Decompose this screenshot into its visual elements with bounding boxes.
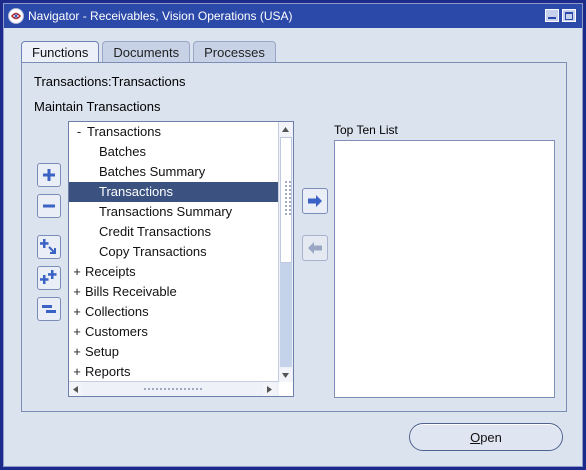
tree-node-transactions[interactable]: - Transactions (71, 122, 279, 142)
minus-icon (43, 204, 55, 208)
tree-node-bills-receivable[interactable]: + Bills Receivable (69, 282, 277, 302)
tab-documents[interactable]: Documents (102, 41, 191, 63)
tree-item-copy-transactions[interactable]: Copy Transactions (69, 242, 279, 262)
maximize-button[interactable] (562, 9, 576, 22)
triangle-down-icon (282, 372, 289, 378)
scroll-up-button[interactable] (279, 122, 292, 136)
tree-node-receipts[interactable]: + Receipts (69, 262, 277, 282)
minimize-icon (548, 16, 556, 19)
tree-node-reports[interactable]: + Reports (69, 362, 277, 382)
arrow-left-icon (308, 242, 322, 254)
title-buttons (545, 9, 576, 22)
title-bar[interactable]: Navigator - Receivables, Vision Operatio… (4, 4, 582, 28)
expand-all-icon (40, 270, 57, 284)
open-button-label: pen (480, 429, 502, 445)
function-tree[interactable]: - Transactions Batches Batches Summary Tr… (68, 121, 294, 397)
functions-panel: Transactions:Transactions Maintain Trans… (21, 62, 567, 412)
top-ten-label: Top Ten List (334, 123, 398, 137)
top-ten-list[interactable] (334, 140, 555, 398)
horizontal-scrollbar[interactable] (69, 381, 279, 396)
scroll-track[interactable] (280, 263, 292, 367)
navigator-window: Navigator - Receivables, Vision Operatio… (0, 0, 586, 470)
tree-item-batches-summary[interactable]: Batches Summary (69, 162, 279, 182)
scroll-left-button[interactable] (69, 382, 82, 396)
expand-all-button[interactable] (37, 266, 61, 290)
tab-processes[interactable]: Processes (193, 41, 276, 63)
function-description: Maintain Transactions (34, 99, 161, 114)
tab-functions[interactable]: Functions (21, 41, 100, 63)
tree-item-credit-transactions[interactable]: Credit Transactions (69, 222, 279, 242)
vertical-scrollbar[interactable] (278, 122, 293, 382)
tree-item-transactions[interactable]: Transactions (69, 182, 279, 202)
remove-from-top-ten-button[interactable] (302, 235, 328, 261)
tree-node-customers[interactable]: + Customers (69, 322, 277, 342)
breadcrumb: Transactions:Transactions (34, 74, 186, 89)
maximize-icon (565, 11, 573, 20)
scroll-right-button[interactable] (263, 382, 276, 396)
expand-button[interactable] (37, 163, 61, 187)
add-to-top-ten-button[interactable] (302, 188, 328, 214)
expand-branch-icon (40, 239, 56, 254)
open-button[interactable]: Open (409, 423, 563, 451)
window-body: Navigator - Receivables, Vision Operatio… (3, 3, 583, 467)
minimize-button[interactable] (545, 9, 559, 22)
tree-node-collections[interactable]: + Collections (69, 302, 277, 322)
collapse-all-button[interactable] (37, 297, 61, 321)
horizontal-grip[interactable] (143, 387, 203, 391)
triangle-left-icon (73, 385, 78, 393)
expand-branch-button[interactable] (37, 235, 61, 259)
tab-bar: Functions Documents Processes (21, 41, 276, 63)
tree-node-setup[interactable]: + Setup (69, 342, 277, 362)
oracle-app-icon (8, 8, 24, 24)
collapse-button[interactable] (37, 194, 61, 218)
open-button-mnemonic: O (470, 429, 481, 445)
plus-icon (43, 169, 55, 181)
scroll-down-button[interactable] (279, 368, 292, 382)
tree-item-transactions-summary[interactable]: Transactions Summary (69, 202, 279, 222)
arrow-right-icon (308, 195, 322, 207)
window-title: Navigator - Receivables, Vision Operatio… (28, 9, 293, 23)
splitter-grip[interactable] (284, 180, 292, 216)
tree-item-batches[interactable]: Batches (69, 142, 279, 162)
triangle-up-icon (282, 126, 289, 132)
triangle-right-icon (267, 385, 272, 393)
collapse-all-icon (42, 305, 56, 313)
